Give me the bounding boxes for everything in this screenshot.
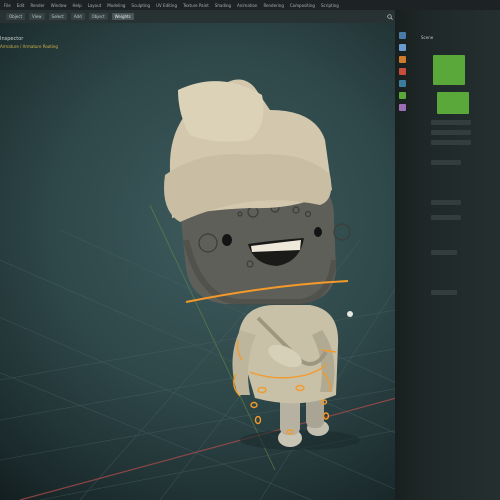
property-row[interactable] [431,140,471,145]
render-tab-icon[interactable] [399,32,406,39]
property-row[interactable] [431,130,471,135]
properties-panel: Scene [395,10,500,500]
blender-window: File Edit Render Window Help Layout Mode… [0,0,500,500]
output-tab-icon[interactable] [399,44,406,51]
panel-header: Scene [421,35,434,40]
property-row[interactable] [431,120,471,125]
property-row[interactable] [431,160,461,165]
property-row[interactable] [431,250,457,255]
left-eye [222,234,232,246]
scene-tab-icon[interactable] [399,56,406,63]
property-row[interactable] [431,290,457,295]
object-tab-icon[interactable] [399,80,406,87]
vertex-group-list[interactable] [433,55,465,85]
right-eye [314,227,322,237]
properties-tabs [399,32,417,111]
data-tab-icon[interactable] [399,104,406,111]
world-tab-icon[interactable] [399,68,406,75]
modifier-tab-icon[interactable] [399,92,406,99]
property-row[interactable] [431,200,461,205]
beanie-top [178,81,264,142]
property-row[interactable] [431,215,461,220]
vertex-group-item[interactable] [437,92,469,114]
bone-tip [347,311,353,317]
